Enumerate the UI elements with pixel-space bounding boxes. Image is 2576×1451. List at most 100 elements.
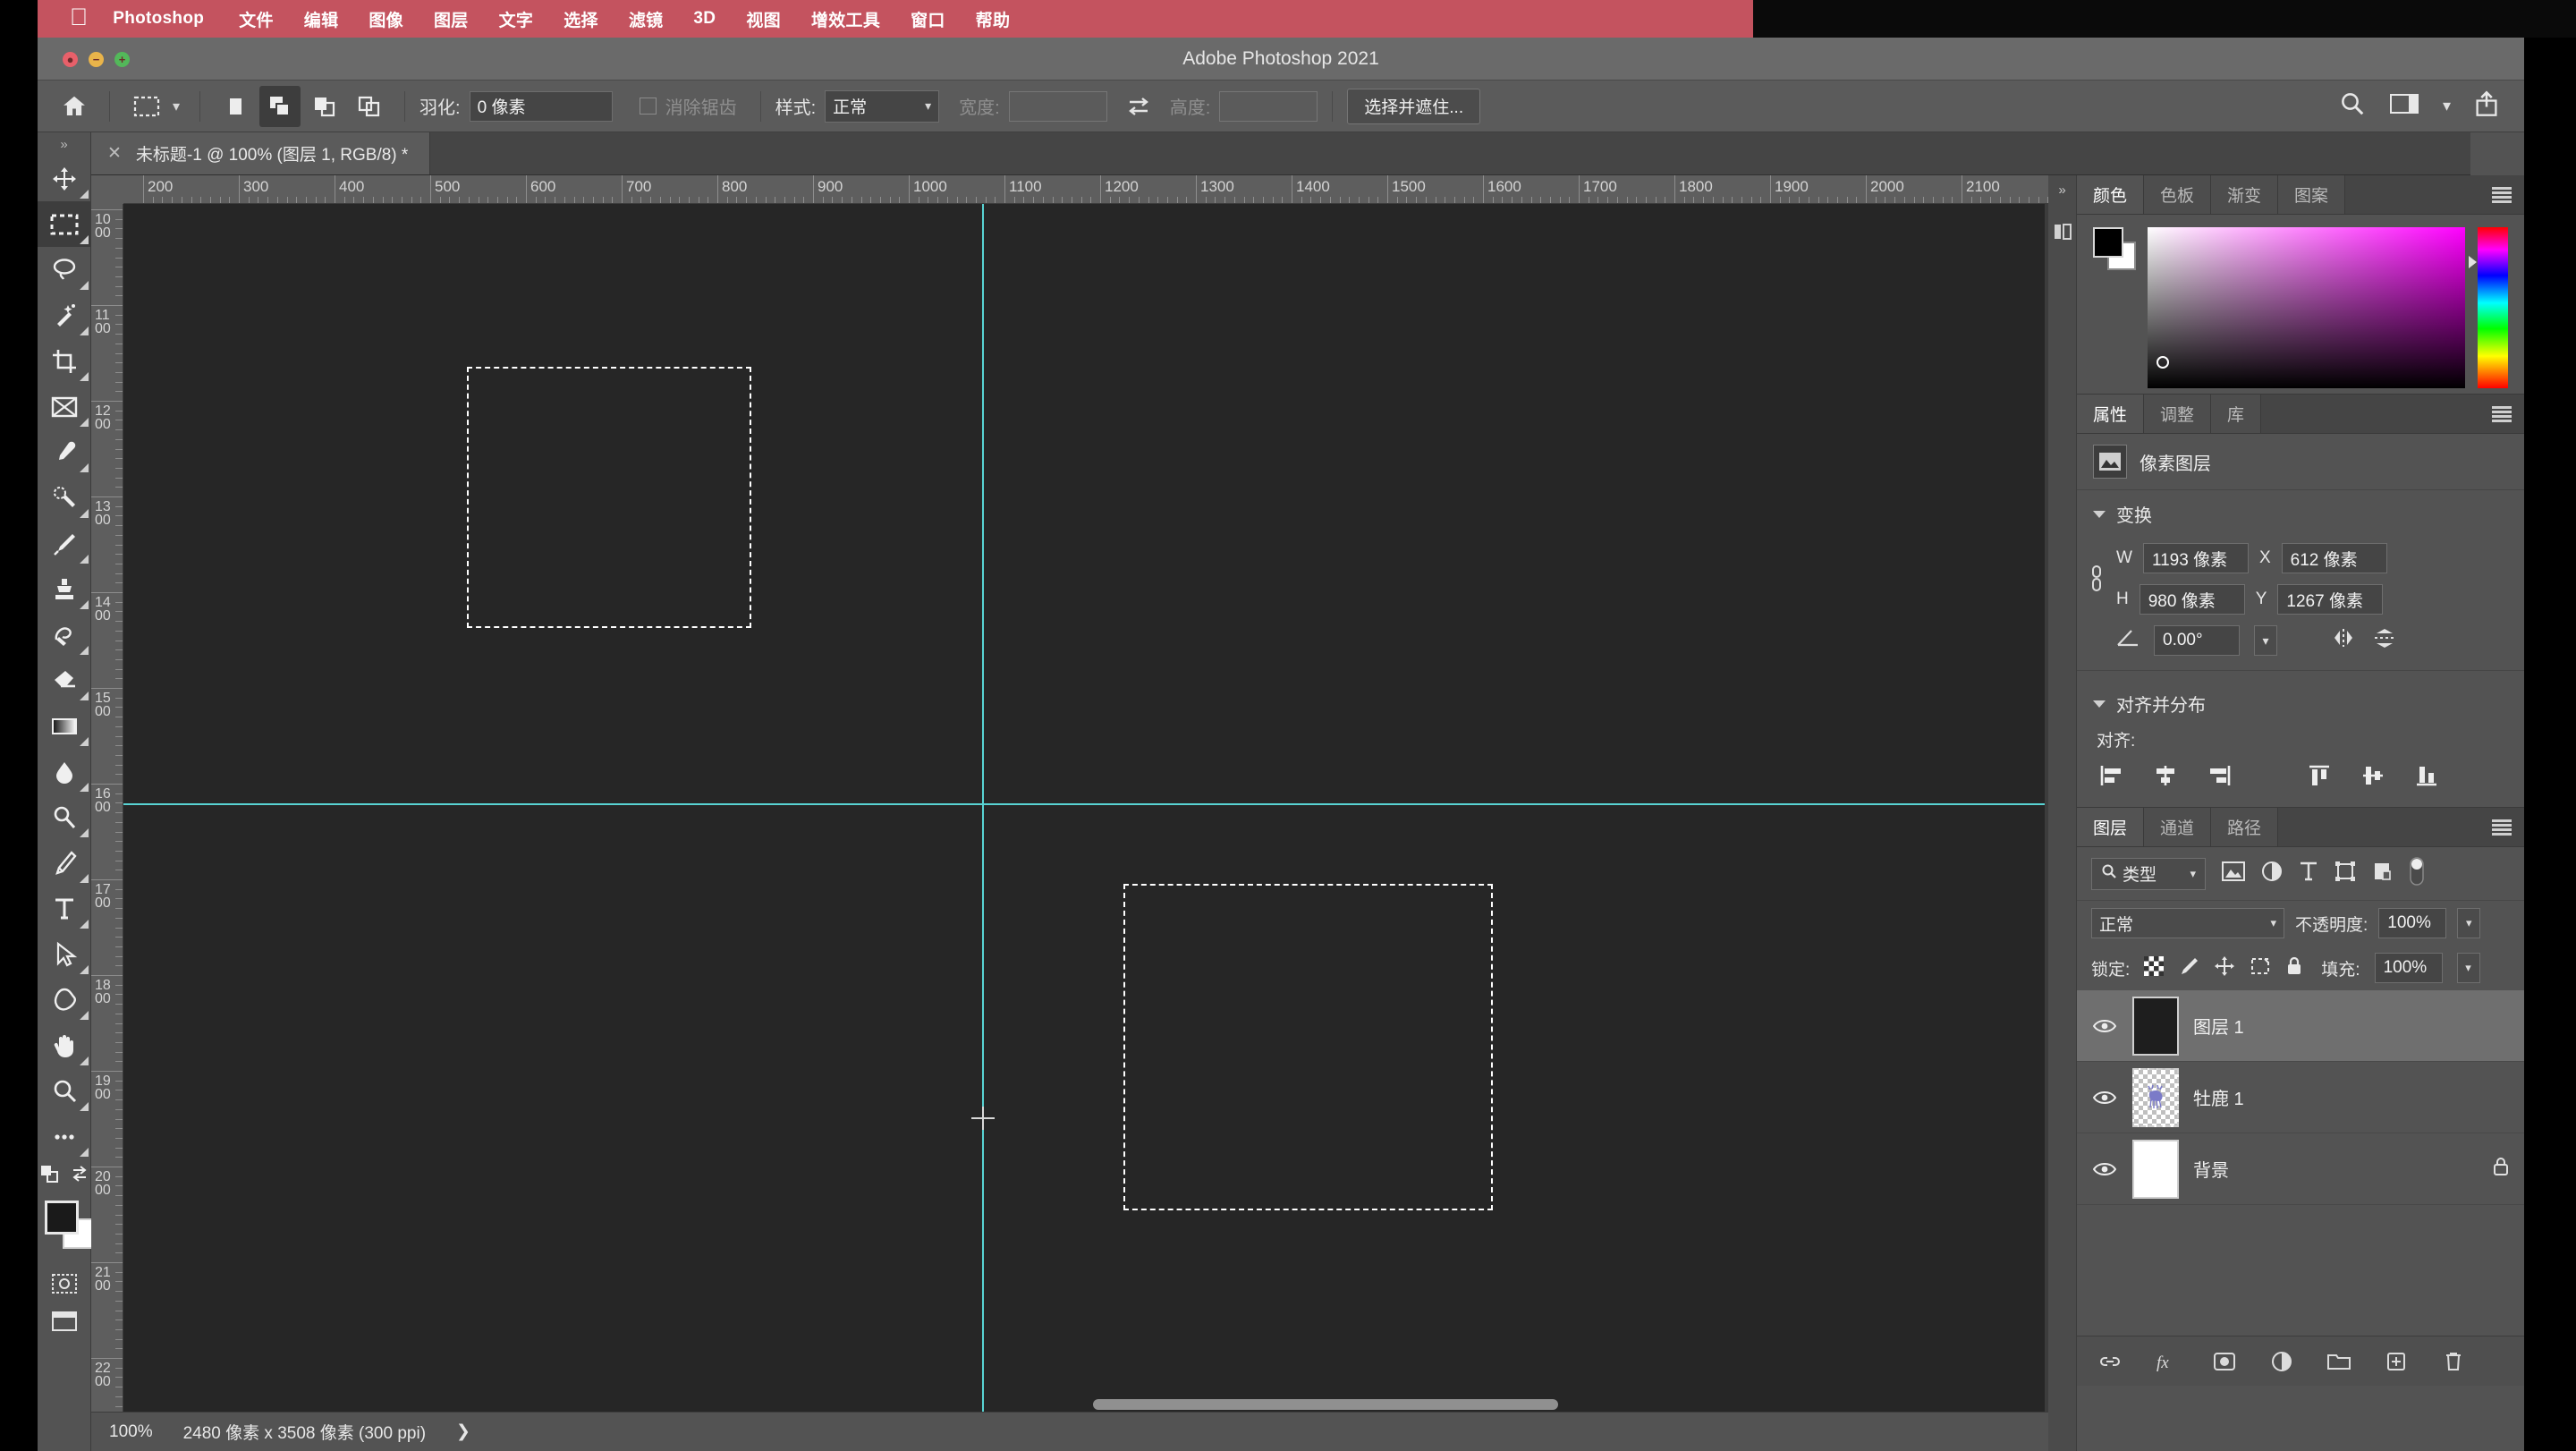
artboard[interactable]: 会 发 现 新 选 区 和 旧 选 区 是 并 存 的 [123, 204, 2045, 1412]
tab-gradients[interactable]: 渐变 [2211, 175, 2279, 214]
close-icon[interactable]: ✕ [107, 143, 122, 164]
double-chevron-icon[interactable]: » [38, 132, 90, 156]
layer-row-2[interactable]: 牡鹿 1 [2077, 1062, 2524, 1133]
gradient-tool[interactable] [38, 703, 91, 749]
frame-tool[interactable] [38, 384, 91, 429]
menu-item-edit[interactable]: 编辑 [289, 7, 354, 31]
swap-arrows-icon[interactable] [1123, 95, 1154, 118]
link-icon[interactable] [2077, 564, 2116, 594]
width-input[interactable] [1008, 90, 1107, 122]
layer-thumbnail[interactable] [2132, 996, 2179, 1056]
vertical-guide[interactable] [982, 204, 984, 1412]
blend-mode-select[interactable]: 正常 ▾ [2091, 908, 2284, 938]
antialias-checkbox[interactable] [639, 98, 657, 115]
add-mask-icon[interactable] [2211, 1348, 2238, 1375]
canvas-horizontal-scrollbar[interactable] [1093, 1399, 1558, 1410]
shape-filter-icon[interactable] [2334, 861, 2356, 887]
status-chevron-icon[interactable]: ❯ [456, 1421, 470, 1442]
layer-row-3[interactable]: 背景 [2077, 1133, 2524, 1205]
style-select[interactable]: 正常 ▾ [825, 89, 940, 123]
h-input[interactable]: 980 像素 [2139, 584, 2245, 615]
vertical-ruler[interactable]: 1000 1100 1200 1300 1400 1500 1600 1700 1800 1900… [91, 204, 123, 1412]
align-top-icon[interactable] [2304, 760, 2334, 791]
filter-toggle-icon[interactable] [2408, 856, 2426, 891]
tab-adjustments[interactable]: 调整 [2144, 395, 2212, 433]
history-brush-tool[interactable] [38, 612, 91, 658]
fill-input[interactable]: 100% [2374, 953, 2443, 983]
align-center-vertical-icon[interactable] [2358, 760, 2388, 791]
feather-input[interactable]: 0 像素 [469, 90, 613, 122]
new-layer-icon[interactable] [2383, 1348, 2410, 1375]
menu-item-image[interactable]: 图像 [353, 7, 419, 31]
brush-tool[interactable] [38, 521, 91, 566]
home-icon[interactable] [54, 86, 95, 127]
opacity-dropdown[interactable]: ▾ [2457, 908, 2481, 938]
zoom-tool[interactable] [38, 1068, 91, 1114]
y-input[interactable]: 1267 像素 [2277, 584, 2384, 615]
angle-input[interactable]: 0.00° [2154, 625, 2240, 656]
layer-visibility-toggle[interactable] [2091, 1018, 2118, 1034]
workspace-icon[interactable] [2389, 92, 2419, 120]
layer-visibility-toggle[interactable] [2091, 1090, 2118, 1106]
tab-paths[interactable]: 路径 [2211, 808, 2279, 846]
type-filter-icon[interactable] [2299, 861, 2318, 887]
smartobject-filter-icon[interactable] [2372, 861, 2392, 887]
angle-dropdown[interactable]: ▾ [2254, 625, 2277, 656]
menu-item-file[interactable]: 文件 [224, 7, 289, 31]
crop-tool[interactable] [38, 338, 91, 384]
layer-row-1[interactable]: 图层 1 [2077, 990, 2524, 1062]
eyedropper-tool[interactable] [38, 429, 91, 475]
quick-mask-icon[interactable] [51, 1273, 78, 1299]
panel-menu-icon[interactable] [2492, 819, 2512, 836]
menu-item-photoshop[interactable]: Photoshop [113, 9, 224, 29]
lock-all-icon[interactable] [2285, 955, 2303, 981]
menu-item-filter[interactable]: 滤镜 [614, 7, 679, 31]
rectangular-marquee-tool[interactable] [38, 201, 91, 247]
add-to-selection-button[interactable] [259, 85, 301, 127]
subtract-from-selection-button[interactable] [304, 86, 345, 127]
align-right-icon[interactable] [2204, 760, 2234, 791]
layer-filter-select[interactable]: 类型 ▾ [2091, 857, 2206, 890]
lock-artboard-icon[interactable] [2250, 956, 2271, 980]
move-tool[interactable] [38, 156, 91, 201]
foreground-color-swatch[interactable] [45, 1201, 79, 1235]
align-center-horizontal-icon[interactable] [2150, 760, 2181, 791]
new-group-icon[interactable] [2326, 1348, 2352, 1375]
tab-libraries[interactable]: 库 [2211, 395, 2262, 433]
double-chevron-icon[interactable]: » [2048, 175, 2076, 198]
fill-dropdown[interactable]: ▾ [2456, 953, 2480, 983]
panel-toggle-icon[interactable] [2052, 221, 2073, 242]
blur-tool[interactable] [38, 749, 91, 794]
hue-slider[interactable] [2469, 227, 2508, 388]
canvas-area[interactable]: 200 300 400 500 600 700 800 900 1000 1100 1200 1300… [91, 175, 2077, 1412]
layer-thumbnail[interactable] [2132, 1067, 2179, 1127]
lasso-tool[interactable] [38, 247, 91, 293]
hue-slider-marker[interactable] [2469, 256, 2478, 268]
opacity-input[interactable]: 100% [2378, 908, 2447, 938]
hand-tool[interactable] [38, 1022, 91, 1068]
x-input[interactable]: 612 像素 [2281, 543, 2387, 573]
tab-color[interactable]: 颜色 [2077, 175, 2145, 214]
old-selection-marquee[interactable] [467, 367, 751, 628]
align-left-icon[interactable] [2097, 760, 2127, 791]
transform-section-header[interactable]: 变换 [2077, 490, 2524, 538]
align-section-header[interactable]: 对齐并分布 [2077, 680, 2524, 727]
layer-style-icon[interactable]: fx [2154, 1348, 2181, 1375]
adjustment-filter-icon[interactable] [2261, 861, 2283, 887]
search-icon[interactable] [2339, 90, 2366, 122]
layer-visibility-toggle[interactable] [2091, 1161, 2118, 1177]
new-selection-button[interactable] [215, 86, 256, 127]
horizontal-guide[interactable] [123, 803, 2045, 805]
panel-menu-icon[interactable] [2492, 187, 2512, 203]
menu-item-plugins[interactable]: 增效工具 [796, 7, 895, 31]
image-filter-icon[interactable] [2222, 861, 2245, 886]
height-input[interactable] [1219, 90, 1318, 122]
menu-item-3d[interactable]: 3D [678, 9, 731, 29]
dodge-tool[interactable] [38, 794, 91, 840]
eraser-tool[interactable] [38, 658, 91, 703]
menu-item-help[interactable]: 帮助 [961, 7, 1026, 31]
dock-collapse-strip[interactable]: » [2048, 175, 2077, 1451]
lock-position-icon[interactable] [2214, 955, 2235, 981]
select-and-mask-button[interactable]: 选择并遮住... [1347, 88, 1481, 124]
menu-item-view[interactable]: 视图 [731, 7, 796, 31]
